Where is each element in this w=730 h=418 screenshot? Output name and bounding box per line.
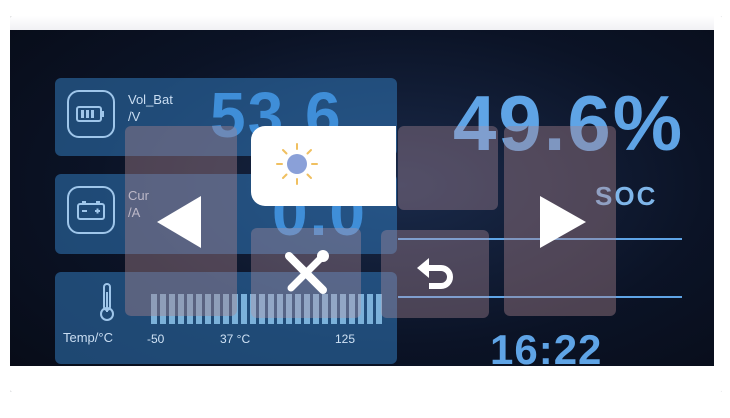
right-arrow-icon — [534, 194, 590, 255]
temp-scale-min: -50 — [147, 332, 165, 346]
next-page-button[interactable] — [504, 126, 616, 316]
battery-icon — [67, 90, 115, 138]
temp-scale-max: 125 — [335, 332, 356, 346]
voltage-unit: /V — [128, 109, 141, 124]
temperature-label: Temp/°C — [63, 330, 113, 345]
left-arrow-icon — [153, 194, 209, 255]
screen-bezel-top — [10, 16, 722, 30]
screen-bezel-bottom — [10, 366, 722, 392]
prev-page-button[interactable] — [125, 126, 237, 316]
battery-terminals-icon — [67, 186, 115, 234]
thermometer-icon — [99, 282, 115, 327]
screen-bezel-right — [714, 16, 722, 392]
settings-button[interactable] — [251, 228, 361, 318]
back-button[interactable] — [381, 230, 489, 318]
overlay-empty-slot — [398, 126, 498, 210]
back-arrow-icon — [415, 256, 455, 297]
voltage-label: Vol_Bat — [128, 92, 173, 107]
temp-scale-mid: 37 °C — [220, 332, 251, 346]
device-screen: Vol_Bat /V 53.6 Cur /A 0.0 Temp/°C -50 3… — [10, 16, 722, 392]
brightness-button[interactable] — [251, 126, 396, 206]
sun-icon — [273, 140, 321, 193]
tools-icon — [281, 250, 331, 301]
